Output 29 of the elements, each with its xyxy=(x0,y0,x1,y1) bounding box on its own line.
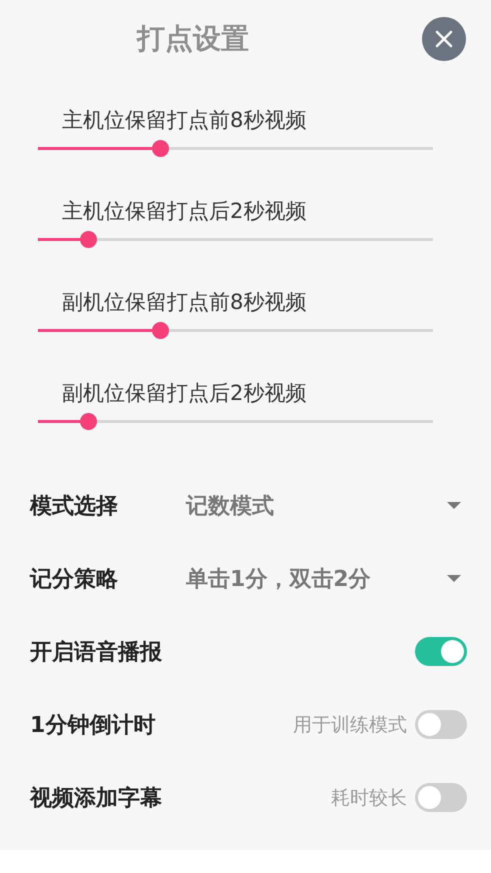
close-button[interactable] xyxy=(422,17,466,61)
close-icon xyxy=(435,30,453,48)
slider-label: 主机位保留打点后2秒视频 xyxy=(61,198,308,225)
setting-label: 开启语音播报 xyxy=(30,638,163,666)
dropdown[interactable]: 记数模式 xyxy=(186,490,467,520)
toggle-switch[interactable] xyxy=(415,637,467,666)
caret-icon xyxy=(447,575,461,582)
hint-text: 耗时较长 xyxy=(331,786,407,810)
setting-label: 模式选择 xyxy=(30,492,119,520)
toggle-switch[interactable] xyxy=(415,710,467,739)
slider[interactable] xyxy=(38,322,433,339)
slider-thumb[interactable] xyxy=(152,140,170,157)
slider[interactable] xyxy=(38,140,433,157)
dropdown[interactable]: 单击1分，双击2分 xyxy=(186,564,467,594)
caret-icon xyxy=(447,502,461,509)
toggle-switch[interactable] xyxy=(415,783,467,812)
hint-text: 用于训练模式 xyxy=(293,712,407,738)
setting-label: 视频添加字幕 xyxy=(30,784,163,812)
slider-thumb[interactable] xyxy=(152,322,170,339)
slider-label: 副机位保留打点后2秒视频 xyxy=(61,380,308,407)
setting-label: 记分策略 xyxy=(30,566,119,594)
slider-label: 副机位保留打点前8秒视频 xyxy=(61,289,308,316)
slider-thumb[interactable] xyxy=(80,231,98,248)
slider[interactable] xyxy=(38,231,433,248)
slider-thumb[interactable] xyxy=(80,413,98,430)
dialog-title: 打点设置 xyxy=(137,21,250,57)
slider[interactable] xyxy=(38,413,433,430)
slider-label: 主机位保留打点前8秒视频 xyxy=(61,107,308,134)
setting-label: 1分钟倒计时 xyxy=(30,712,156,740)
